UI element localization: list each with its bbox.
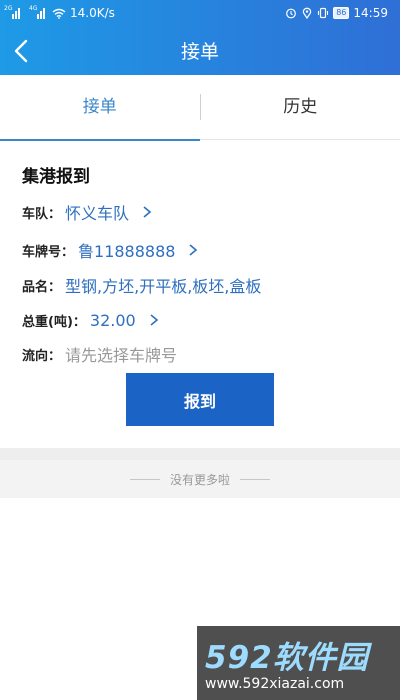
weight-label: 总重(吨)： <box>22 314 86 330</box>
plate-label: 车牌号： <box>22 244 75 260</box>
goods-label: 品名： <box>22 279 62 295</box>
plate-row[interactable]: 车牌号： 鲁11888888 <box>22 237 199 263</box>
page-title: 接单 <box>180 41 219 63</box>
no-more-text: 没有更多啦 <box>169 472 230 487</box>
tab-bar: 接单 历史 <box>0 75 400 141</box>
chevron-right-icon <box>189 244 198 256</box>
status-bar: 2G 4G 14.0K/s 86 14:59 <box>0 0 400 26</box>
tab-history[interactable]: 历史 <box>201 75 400 140</box>
team-value: 怀义车队 <box>65 204 130 223</box>
location-icon <box>303 7 312 19</box>
vibrate-icon <box>318 7 329 19</box>
status-right: 86 14:59 <box>285 6 388 20</box>
team-label: 车队： <box>22 206 62 222</box>
goods-row: 品名： 型钢,方坯,开平板,板坯,盒板 <box>22 272 261 298</box>
net-tag-2: 4G <box>29 4 38 12</box>
flow-placeholder: 请先选择车牌号 <box>65 346 178 365</box>
wifi-icon <box>52 8 66 19</box>
alarm-icon <box>286 8 297 19</box>
goods-value: 型钢,方坯,开平板,板坯,盒板 <box>65 277 262 296</box>
flow-label: 流向： <box>22 348 62 364</box>
checkin-card: 集港报到 车队： 怀义车队 车牌号： 鲁11888888 品名： 型钢,方坯,开… <box>0 148 400 448</box>
section-gap <box>0 448 400 460</box>
net-tag-1: 2G <box>4 4 13 12</box>
network-speed: 14.0K/s <box>70 6 115 20</box>
back-arrow-icon[interactable] <box>10 38 34 64</box>
chevron-right-icon <box>150 314 158 326</box>
tab-accept[interactable]: 接单 <box>0 75 200 141</box>
watermark-brand: 592软件园 <box>205 640 369 676</box>
clock-time: 14:59 <box>353 6 388 20</box>
team-row[interactable]: 车队： 怀义车队 <box>22 199 153 225</box>
signal-icon-2: 4G <box>29 5 48 19</box>
weight-value: 32.00 <box>89 310 136 330</box>
divider-line-left <box>129 478 160 480</box>
app-header: 2G 4G 14.0K/s 86 14:59 接单 <box>0 0 400 75</box>
card-title: 集港报到 <box>22 167 90 187</box>
divider-line-right <box>240 478 270 480</box>
nav-bar: 接单 <box>0 26 400 75</box>
chevron-right-icon <box>143 206 152 218</box>
flow-row[interactable]: 流向： 请先选择车牌号 <box>22 341 177 367</box>
signal-icon-1: 2G <box>4 5 23 19</box>
checkin-button[interactable]: 报到 <box>126 373 274 426</box>
status-left: 2G 4G 14.0K/s <box>4 5 115 21</box>
watermark-url: www.592xiazai.com <box>205 676 345 692</box>
plate-value: 鲁11888888 <box>78 242 176 261</box>
battery-icon: 86 <box>333 7 350 19</box>
weight-row[interactable]: 总重(吨)： 32.00 <box>22 307 160 333</box>
no-more-footer: 没有更多啦 <box>0 460 400 498</box>
watermark-logo: 592软件园 www.592xiazai.com <box>197 626 400 700</box>
